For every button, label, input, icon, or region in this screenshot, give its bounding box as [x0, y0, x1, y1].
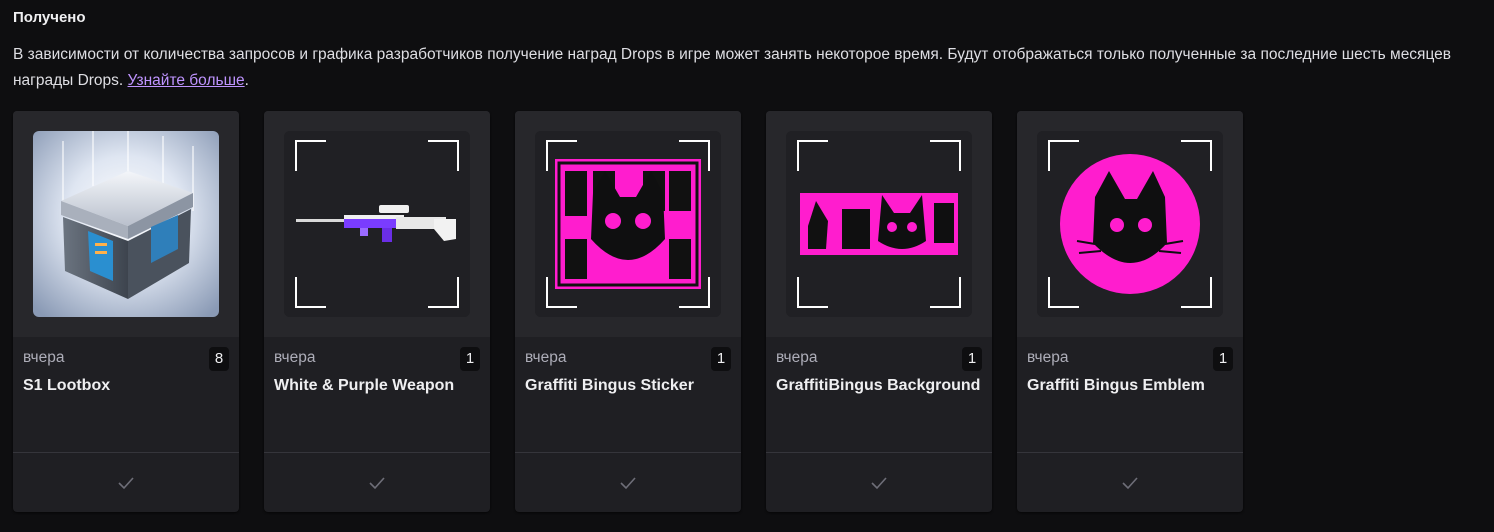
card-count-badge: 8	[209, 347, 229, 371]
emblem-image	[1037, 131, 1223, 317]
card-date: вчера	[525, 349, 567, 366]
drop-card: вчера 8 S1 Lootbox	[13, 111, 239, 512]
card-image-area	[264, 111, 490, 337]
card-name: Graffiti Bingus Emblem	[1027, 377, 1205, 394]
drop-card: вчера 1 Graffiti Bingus Emblem	[1017, 111, 1243, 512]
rifle-image	[284, 131, 470, 317]
card-name: White & Purple Weapon	[274, 377, 455, 394]
card-name: GraffitiBingus Background	[776, 377, 981, 394]
section-description: В зависимости от количества запросов и г…	[13, 42, 1494, 94]
card-name: S1 Lootbox	[23, 377, 111, 394]
card-footer	[766, 453, 992, 512]
card-image-area	[515, 111, 741, 337]
drop-card: вчера 1 White & Purple Weapon	[264, 111, 490, 512]
card-image-area	[1017, 111, 1243, 337]
card-count-badge: 1	[962, 347, 982, 371]
checkmark-icon	[1122, 476, 1138, 489]
card-date: вчера	[1027, 349, 1069, 366]
card-date: вчера	[776, 349, 818, 366]
checkmark-icon	[620, 476, 636, 489]
drop-card: вчера 1 Graffiti Bingus Sticker	[515, 111, 741, 512]
card-date: вчера	[23, 349, 65, 366]
checkmark-icon	[369, 476, 385, 489]
drops-card-list: вчера 8 S1 Lootbox вчера 1 White & Purpl…	[13, 111, 1243, 512]
card-count-badge: 1	[1213, 347, 1233, 371]
background-image	[786, 131, 972, 317]
card-count-badge: 1	[711, 347, 731, 371]
card-date: вчера	[274, 349, 316, 366]
description-period: .	[244, 72, 249, 89]
card-footer	[13, 453, 239, 512]
section-title: Получено	[13, 9, 86, 26]
checkmark-icon	[871, 476, 887, 489]
card-name: Graffiti Bingus Sticker	[525, 377, 694, 394]
drop-card: вчера 1 GraffitiBingus Background	[766, 111, 992, 512]
card-image-area	[766, 111, 992, 337]
sticker-image	[535, 131, 721, 317]
card-count-badge: 1	[460, 347, 480, 371]
lootbox-image	[33, 131, 219, 317]
checkmark-icon	[118, 476, 134, 489]
learn-more-link[interactable]: Узнайте больше	[128, 72, 245, 89]
card-footer	[264, 453, 490, 512]
card-footer	[1017, 453, 1243, 512]
card-footer	[515, 453, 741, 512]
card-image-area	[13, 111, 239, 337]
